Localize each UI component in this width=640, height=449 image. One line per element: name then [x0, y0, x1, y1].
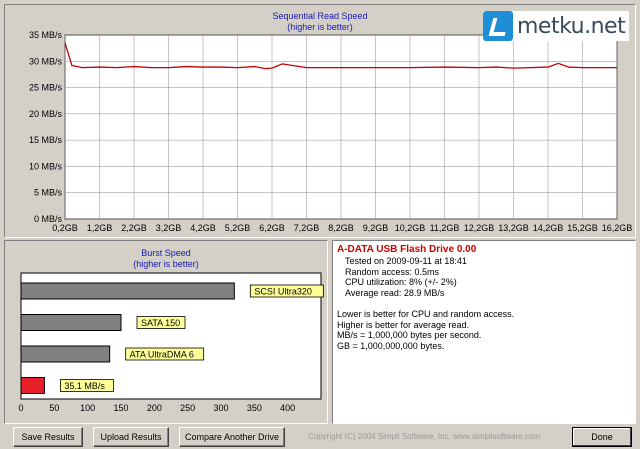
burst-bar [20, 377, 45, 394]
burst-bar [20, 314, 122, 331]
read-y-tick: 10 MB/s [29, 161, 63, 171]
read-x-tick: 15,2GB [567, 223, 598, 233]
drive-name: A-DATA USB Flash Drive 0.00 [337, 244, 477, 255]
burst-speed-chart: 0 50 100 150 200 250 300 350 400 SCSI Ultra320 SAT… [18, 272, 324, 413]
metku-logo: metku.net [483, 11, 629, 41]
read-x-tick: 2,2GB [121, 223, 147, 233]
burst-x-tick: 150 [113, 403, 128, 413]
read-x-tick: 1,2GB [87, 223, 113, 233]
info-random-access: Random access: 0.5ms [345, 266, 440, 277]
burst-x-tick: 50 [49, 403, 59, 413]
info-tested-on: Tested on 2009-09-11 at 18:41 [345, 256, 467, 266]
metku-logo-icon [483, 11, 513, 41]
copyright-text: Copyright (C) 2004 Simpli Software, Inc.… [308, 432, 541, 441]
note-higher-better: Higher is better for average read. [337, 319, 470, 330]
read-x-tick: 7,2GB [294, 223, 320, 233]
info-average-read: Average read: 28.9 MB/s [345, 287, 445, 298]
read-x-tick: 8,2GB [328, 223, 354, 233]
compare-another-drive-button[interactable]: Compare Another Drive [179, 427, 285, 447]
burst-x-tick: 100 [80, 403, 95, 413]
read-x-tick: 14,2GB [533, 223, 564, 233]
read-x-tick: 4,2GB [190, 223, 216, 233]
burst-x-tick: 350 [247, 403, 262, 413]
burst-x-tick: 250 [180, 403, 195, 413]
read-y-tick: 30 MB/s [29, 56, 63, 66]
read-y-tick: 5 MB/s [34, 188, 63, 198]
burst-x-tick: 0 [18, 403, 23, 413]
sequential-read-panel: Sequential Read Speed (higher is better)… [4, 4, 636, 238]
read-x-tick: 0,2GB [52, 223, 78, 233]
burst-bar-label: SCSI Ultra320 [254, 287, 312, 297]
read-x-tick: 16,2GB [602, 223, 633, 233]
upload-results-button[interactable]: Upload Results [93, 427, 169, 447]
burst-bar-label: ATA UltraDMA 6 [130, 350, 194, 360]
burst-bar-label: SATA 150 [141, 318, 180, 328]
note-mbs-definition: MB/s = 1,000,000 bytes per second. [337, 330, 482, 340]
burst-speed-panel: Burst Speed (higher is better) 0 50 100 150… [4, 240, 328, 424]
save-results-button[interactable]: Save Results [13, 427, 83, 447]
info-cpu-utilization: CPU utilization: 8% (+/- 2%) [345, 277, 457, 287]
read-y-tick: 25 MB/s [29, 83, 63, 93]
read-x-tick: 13,2GB [498, 223, 529, 233]
note-gb-definition: GB = 1,000,000,000 bytes. [337, 340, 445, 351]
read-y-tick: 15 MB/s [29, 135, 63, 145]
burst-bar [20, 282, 235, 300]
burst-bar [20, 345, 111, 363]
read-x-tick: 12,2GB [464, 223, 495, 233]
read-x-tick: 11,2GB [430, 223, 460, 233]
burst-x-tick: 300 [213, 403, 228, 413]
done-button[interactable]: Done [572, 427, 632, 447]
logo-text: metku.net [517, 13, 626, 39]
read-y-tick: 20 MB/s [29, 109, 63, 119]
read-x-tick: 9,2GB [363, 223, 389, 233]
read-x-tick: 6,2GB [259, 223, 285, 233]
read-x-tick: 10,2GB [395, 223, 426, 233]
read-y-tick: 35 MB/s [29, 30, 63, 40]
drive-info-panel: A-DATA USB Flash Drive 0.00 Tested on 20… [332, 240, 636, 424]
read-y-tick: 0 MB/s [34, 214, 63, 224]
burst-x-tick: 200 [147, 403, 162, 413]
read-x-tick: 3,2GB [156, 223, 182, 233]
burst-bar-label: 35.1 MB/s [64, 381, 105, 391]
read-x-tick: 5,2GB [225, 223, 251, 233]
burst-x-tick: 400 [280, 403, 295, 413]
note-lower-better: Lower is better for CPU and random acces… [337, 309, 515, 319]
